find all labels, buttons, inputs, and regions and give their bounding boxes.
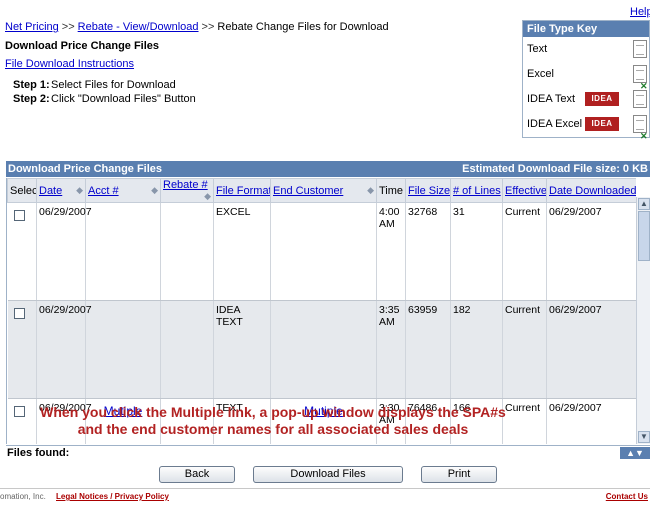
copyright-text: omation, Inc.: [0, 492, 46, 501]
grid-title: Download Price Change Files: [8, 163, 163, 175]
cell-customer: [270, 300, 377, 399]
breadcrumb-separator: >>: [61, 21, 75, 33]
breadcrumb-separator: >>: [201, 21, 215, 33]
page-title: Download Price Change Files: [5, 40, 160, 52]
cell-format: IDEA TEXT: [213, 300, 271, 399]
cell-customer: [270, 202, 377, 301]
col-file-size[interactable]: File Size: [405, 178, 451, 203]
sort-icon: ◆: [204, 191, 211, 201]
breadcrumb-current: Rebate Change Files for Download: [217, 21, 389, 33]
breadcrumb-rebate-view-download[interactable]: Rebate - View/Download: [78, 21, 199, 33]
files-found-label: Files found:: [7, 447, 70, 459]
row-checkbox[interactable]: [13, 406, 25, 417]
table-scrollbar[interactable]: ▲ ▼: [636, 197, 650, 444]
col-acct[interactable]: Acct # ◆: [85, 178, 161, 203]
cell-downloaded: 06/29/2007: [546, 202, 636, 301]
page-footer: omation, Inc. Legal Notices / Privacy Po…: [0, 488, 650, 511]
cell-lines: 182: [450, 300, 503, 399]
sort-icon: ◆: [76, 184, 83, 195]
scroll-thumb[interactable]: [638, 211, 650, 261]
col-select: Select: [7, 178, 37, 203]
step-1: Step 1:Select Files for Download: [13, 79, 176, 91]
cell-acct: [85, 300, 161, 399]
grid-header-bar: Download Price Change Files Estimated Do…: [6, 161, 650, 177]
print-button[interactable]: Print: [421, 466, 497, 483]
cell-time: 4:00 AM: [376, 202, 406, 301]
file-type-idea-excel: IDEA Excel IDEA ✕: [523, 112, 649, 141]
col-file-format[interactable]: File Format: [213, 178, 271, 203]
row-checkbox[interactable]: [13, 308, 25, 319]
help-link[interactable]: Help: [630, 6, 650, 18]
download-files-button[interactable]: Download Files: [253, 466, 403, 483]
cell-date: 06/29/2007: [36, 300, 92, 399]
cell-size: 32768: [405, 202, 451, 301]
cell-format: EXCEL: [213, 202, 271, 301]
step-2: Step 2:Click "Download Files" Button: [13, 93, 196, 105]
legal-notices-link[interactable]: Legal Notices / Privacy Policy: [56, 492, 169, 501]
excel-file-icon: ✕: [633, 115, 648, 141]
col-rebate[interactable]: Rebate # ◆: [160, 178, 214, 203]
breadcrumb: Net Pricing >> Rebate - View/Download >> Reb…: [5, 21, 389, 33]
cell-lines: 31: [450, 202, 503, 301]
cell-date: 06/29/2007: [36, 202, 92, 301]
col-date[interactable]: Date ◆: [36, 178, 86, 203]
sort-icon: ◆: [151, 184, 158, 195]
cell-downloaded: 06/29/2007: [546, 398, 636, 444]
cell-effective: Current: [502, 202, 547, 301]
col-date-downloaded[interactable]: Date Downloaded: [546, 178, 636, 203]
annotation-text: When you click the Multiple link, a pop-…: [40, 404, 506, 437]
breadcrumb-net-pricing[interactable]: Net Pricing: [5, 21, 59, 33]
col-time: Time: [376, 178, 406, 203]
idea-logo-icon: IDEA: [585, 117, 619, 131]
text-file-icon: [633, 90, 647, 108]
estimated-size: Estimated Download File size: 0 KB: [462, 163, 648, 175]
contact-us-link[interactable]: Contact Us: [606, 492, 648, 501]
steps: Step 1:Select Files for Download Step 2:…: [13, 78, 196, 106]
cell-size: 63959: [405, 300, 451, 399]
scroll-up-icon[interactable]: ▲: [638, 198, 650, 210]
idea-logo-icon: IDEA: [585, 92, 619, 106]
cell-downloaded: 06/29/2007: [546, 300, 636, 399]
table-header-row: Select Date◆ Acct #◆ Rebate #◆ File Form…: [7, 178, 636, 203]
cell-acct: [85, 202, 161, 301]
file-type-key-title: File Type Key: [523, 21, 649, 37]
back-button[interactable]: Back: [159, 466, 235, 483]
scroll-down-icon[interactable]: ▼: [638, 431, 650, 443]
cell-effective: Current: [502, 300, 547, 399]
cell-time: 3:35 AM: [376, 300, 406, 399]
paging-arrows-icon[interactable]: ▲▼: [620, 447, 650, 459]
row-checkbox[interactable]: [13, 210, 25, 221]
grid-footer: [6, 445, 650, 459]
col-end-customer[interactable]: End Customer ◆: [270, 178, 377, 203]
file-type-text: Text: [523, 37, 649, 62]
sort-icon: ◆: [367, 184, 374, 195]
col-lines[interactable]: # of Lines: [450, 178, 503, 203]
table-row: 06/29/2007 IDEA TEXT 3:35 AM 63959 182 C…: [7, 300, 636, 399]
table-row: 06/29/2007 EXCEL 4:00 AM 32768 31 Curren…: [7, 202, 636, 301]
text-file-icon: [633, 40, 647, 58]
file-type-excel: Excel ✕: [523, 62, 649, 91]
excel-file-icon: ✕: [633, 65, 648, 91]
cell-rebate: [160, 300, 214, 399]
file-type-idea-text: IDEA Text IDEA: [523, 87, 649, 112]
col-effective[interactable]: Effective: [502, 178, 547, 203]
file-type-key: File Type Key Text Excel ✕ IDEA Text IDE…: [522, 20, 650, 141]
file-download-instructions-link[interactable]: File Download Instructions: [5, 58, 134, 70]
cell-rebate: [160, 202, 214, 301]
